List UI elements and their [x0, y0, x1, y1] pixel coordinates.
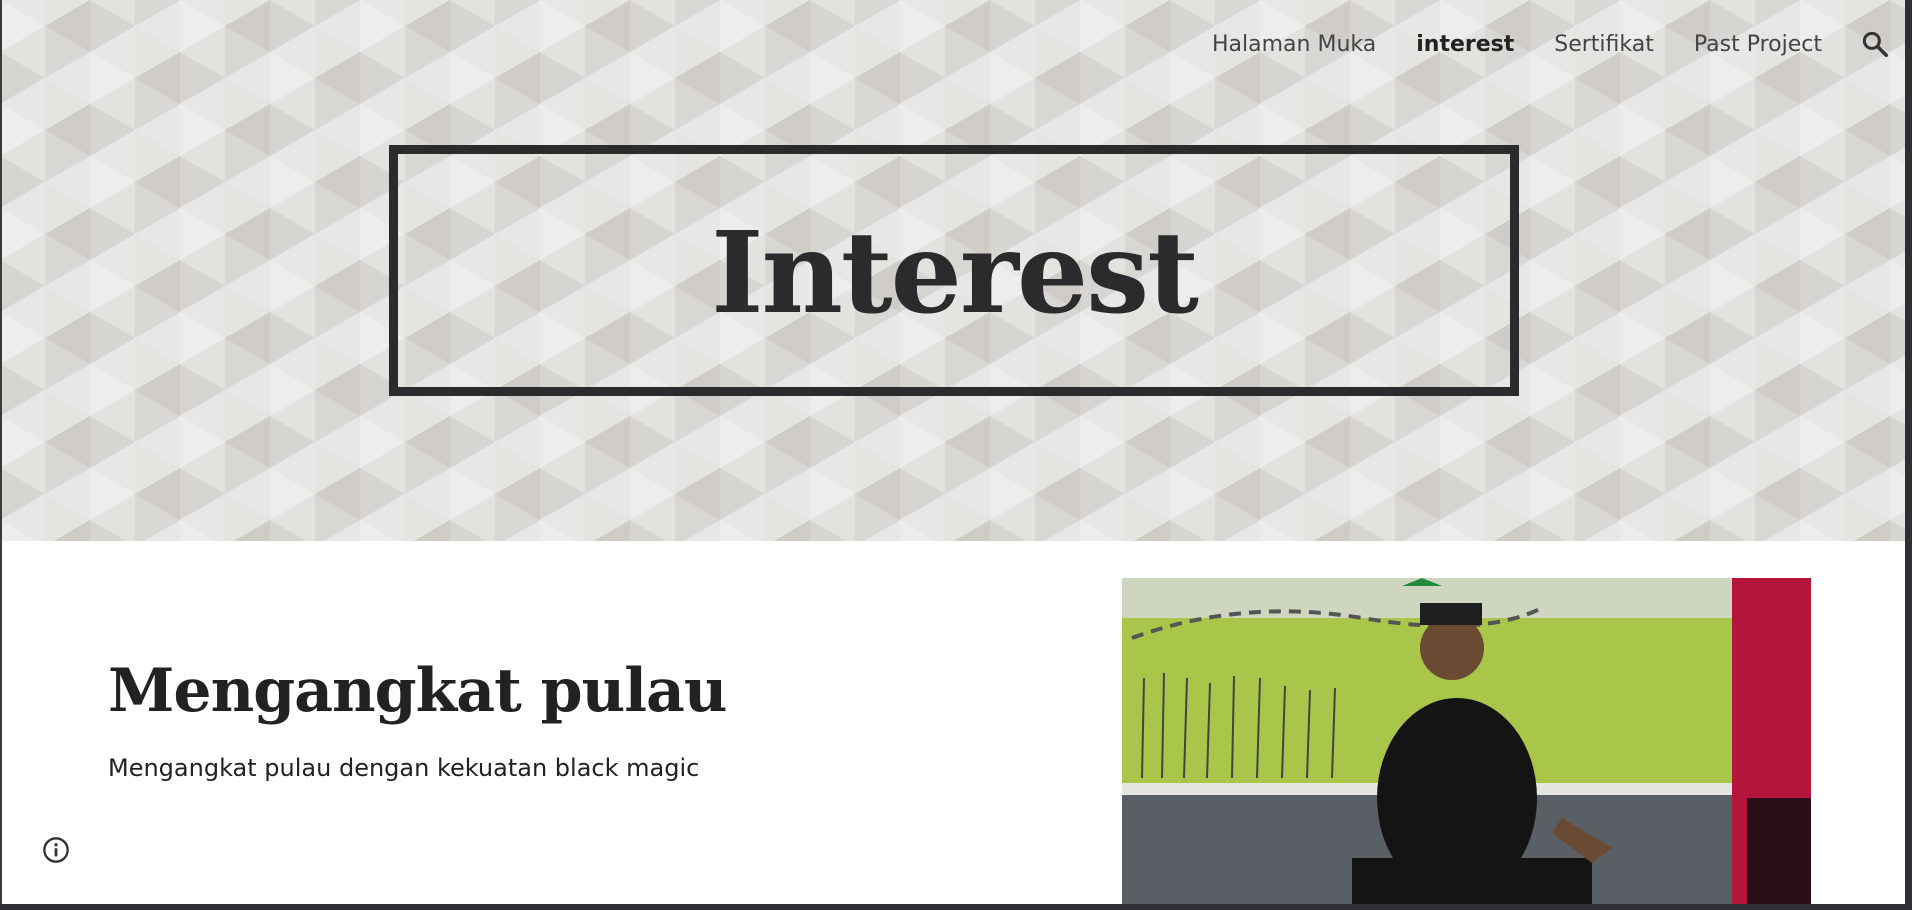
page-title-frame: Interest [389, 145, 1519, 396]
nav-item-sertifikat[interactable]: Sertifikat [1554, 32, 1654, 57]
window-border-left [0, 0, 2, 910]
section-text: Mengangkat pulau dengan kekuatan black m… [108, 754, 700, 782]
performance-photo-illustration [1122, 578, 1811, 904]
section-heading: Mengangkat pulau [108, 655, 728, 726]
window-border-right [1905, 0, 1912, 910]
nav-item-interest[interactable]: interest [1416, 32, 1514, 57]
nav-item-past-project[interactable]: Past Project [1694, 32, 1822, 57]
search-icon[interactable] [1860, 29, 1890, 59]
performance-photo [1122, 578, 1811, 904]
window-border-bottom [0, 904, 1912, 910]
top-navigation: Halaman Muka interest Sertifikat Past Pr… [1172, 28, 1912, 60]
nav-item-halaman-muka[interactable]: Halaman Muka [1212, 32, 1376, 57]
header-banner: Halaman Muka interest Sertifikat Past Pr… [0, 0, 1912, 541]
info-icon[interactable] [42, 836, 70, 864]
page-title: Interest [711, 208, 1199, 339]
